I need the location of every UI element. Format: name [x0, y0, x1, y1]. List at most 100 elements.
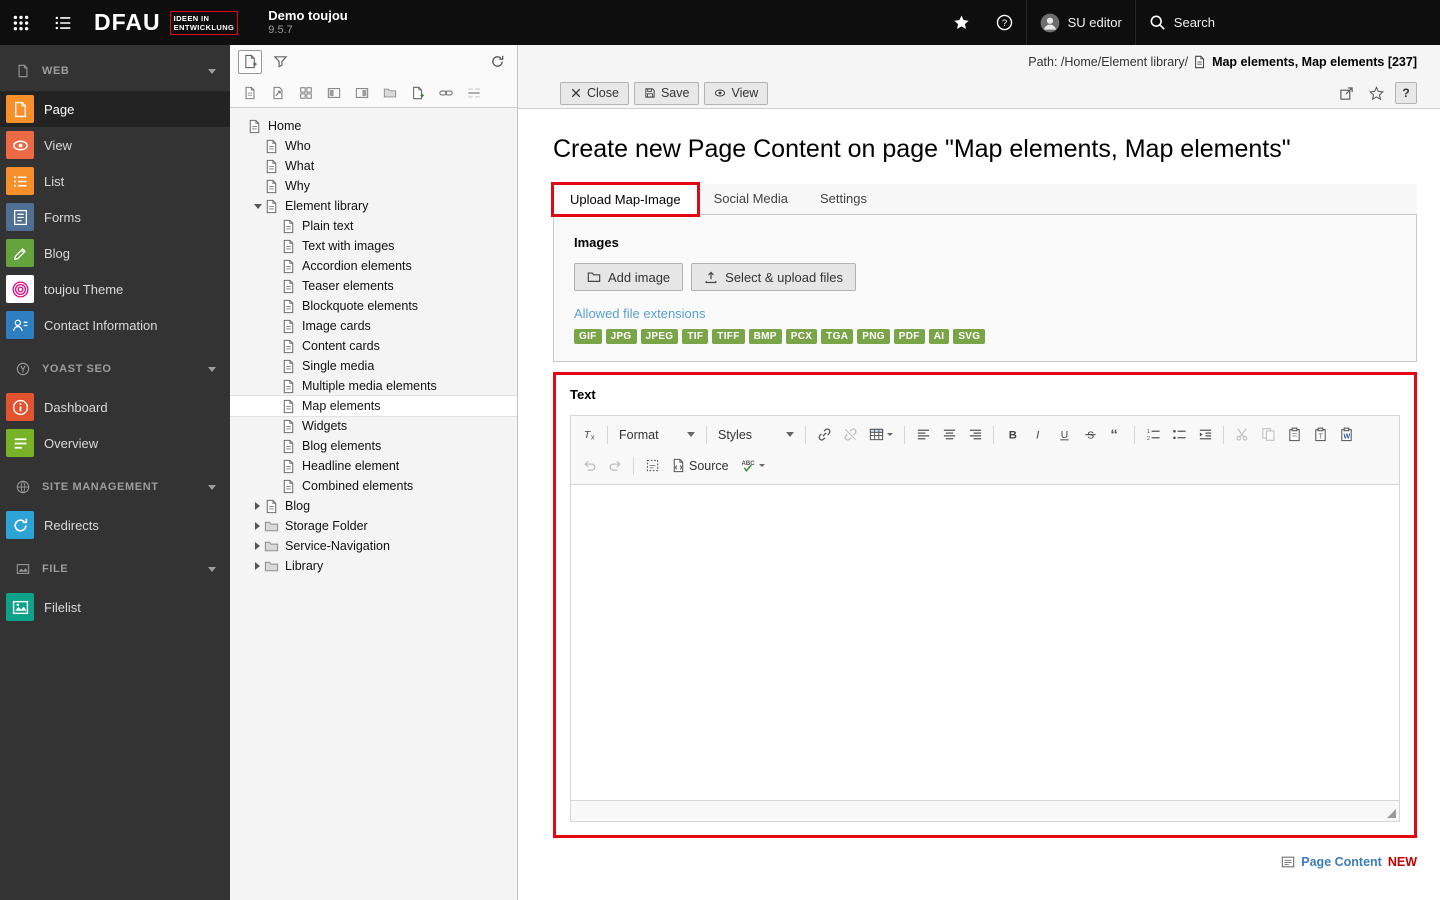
dt-right-icon[interactable]: [352, 83, 372, 103]
ordered-list-button[interactable]: 12: [1140, 423, 1166, 447]
bold-button[interactable]: B: [999, 423, 1025, 447]
filter-icon[interactable]: [268, 50, 292, 74]
sidebar-section-yoast-seo[interactable]: YOAST SEO: [0, 349, 230, 389]
search-button[interactable]: Search: [1136, 0, 1228, 45]
align-left-button[interactable]: [910, 423, 936, 447]
rte-editing-area[interactable]: [571, 485, 1399, 800]
expand-toggle-icon[interactable]: [251, 502, 264, 510]
format-dropdown[interactable]: Format: [613, 423, 701, 447]
save-button[interactable]: Save: [633, 81, 700, 105]
sidebar-item-filelist[interactable]: Filelist: [0, 589, 230, 625]
context-help-button[interactable]: ?: [1395, 82, 1417, 104]
unlink-button[interactable]: [837, 423, 863, 447]
docplus-icon[interactable]: [408, 83, 428, 103]
sidebar-section-site-management[interactable]: SITE MANAGEMENT: [0, 467, 230, 507]
underline-button[interactable]: U: [1051, 423, 1077, 447]
tree-node-text-with-images[interactable]: Text with images: [230, 236, 517, 256]
sidebar-section-file[interactable]: FILE: [0, 549, 230, 589]
bookmarks-button[interactable]: [940, 0, 983, 45]
tree-node-multiple-media-elements[interactable]: Multiple media elements: [230, 376, 517, 396]
cut-button[interactable]: [1229, 423, 1255, 447]
align-right-button[interactable]: [962, 423, 988, 447]
sidebar-item-list[interactable]: List: [0, 163, 230, 199]
tree-node-combined-elements[interactable]: Combined elements: [230, 476, 517, 496]
dt-divider-icon[interactable]: [464, 83, 484, 103]
tab-social-media[interactable]: Social Media: [698, 184, 804, 215]
tree-node-blockquote-elements[interactable]: Blockquote elements: [230, 296, 517, 316]
tree-node-service-navigation[interactable]: Service-Navigation: [230, 536, 517, 556]
blockquote-button[interactable]: “: [1103, 423, 1129, 447]
sidebar-section-web[interactable]: WEB: [0, 51, 230, 91]
t-folder-icon[interactable]: [380, 83, 400, 103]
tree-node-blog-elements[interactable]: Blog elements: [230, 436, 517, 456]
paste-text-button[interactable]: T: [1307, 423, 1333, 447]
strike-button[interactable]: S: [1077, 423, 1103, 447]
sidebar-item-dashboard[interactable]: Dashboard: [0, 389, 230, 425]
list-menu-icon[interactable]: [42, 0, 84, 45]
tree-node-what[interactable]: What: [230, 156, 517, 176]
expand-toggle-icon[interactable]: [251, 542, 264, 550]
resize-handle[interactable]: [1387, 809, 1396, 818]
tree-node-storage-folder[interactable]: Storage Folder: [230, 516, 517, 536]
expand-toggle-icon[interactable]: [251, 562, 264, 570]
select-upload-files-button[interactable]: Select & upload files: [691, 263, 856, 291]
sidebar-item-forms[interactable]: Forms: [0, 199, 230, 235]
sidebar-item-page[interactable]: Page: [0, 91, 230, 127]
tab-upload-map-image[interactable]: Upload Map-Image: [551, 182, 700, 217]
sidebar-item-redirects[interactable]: Redirects: [0, 507, 230, 543]
tree-node-element-library[interactable]: Element library: [230, 196, 517, 216]
sidebar-item-toujou-theme[interactable]: toujou Theme: [0, 271, 230, 307]
link-button[interactable]: [811, 423, 837, 447]
redo-button[interactable]: [602, 454, 628, 478]
undo-button[interactable]: [576, 454, 602, 478]
help-button[interactable]: ?: [983, 0, 1026, 45]
italic-button[interactable]: I: [1025, 423, 1051, 447]
bullet-list-button[interactable]: [1166, 423, 1192, 447]
sidebar-item-overview[interactable]: Overview: [0, 425, 230, 461]
tree-node-map-elements[interactable]: Map elements: [230, 396, 517, 416]
tree-node-blog[interactable]: Blog: [230, 496, 517, 516]
close-button[interactable]: Close: [560, 81, 629, 105]
allowed-file-extensions-link[interactable]: Allowed file extensions: [574, 306, 706, 321]
remove-format-button[interactable]: Tx: [576, 423, 602, 447]
dt-link-icon[interactable]: [436, 83, 456, 103]
tree-node-plain-text[interactable]: Plain text: [230, 216, 517, 236]
tree-node-content-cards[interactable]: Content cards: [230, 336, 517, 356]
tree-node-teaser-elements[interactable]: Teaser elements: [230, 276, 517, 296]
view-button[interactable]: View: [704, 81, 769, 105]
user-menu[interactable]: SU editor: [1027, 0, 1135, 45]
copy-button[interactable]: [1255, 423, 1281, 447]
tree-node-widgets[interactable]: Widgets: [230, 416, 517, 436]
tree-node-why[interactable]: Why: [230, 176, 517, 196]
tree-node-home[interactable]: Home: [230, 116, 517, 136]
dt-shortcut-icon[interactable]: [268, 83, 288, 103]
spellcheck-button[interactable]: ABC: [735, 454, 771, 478]
tree-node-accordion-elements[interactable]: Accordion elements: [230, 256, 517, 276]
tree-node-image-cards[interactable]: Image cards: [230, 316, 517, 336]
sidebar-item-blog[interactable]: Blog: [0, 235, 230, 271]
modules-grid-icon[interactable]: [0, 0, 42, 45]
select-all-button[interactable]: [639, 454, 665, 478]
bookmark-star-icon[interactable]: [1365, 82, 1387, 104]
refresh-icon[interactable]: [485, 50, 509, 74]
tree-node-headline-element[interactable]: Headline element: [230, 456, 517, 476]
tree-node-single-media[interactable]: Single media: [230, 356, 517, 376]
dt-grid-icon[interactable]: [296, 83, 316, 103]
paste-button[interactable]: [1281, 423, 1307, 447]
new-page-button[interactable]: [238, 49, 262, 74]
tab-settings[interactable]: Settings: [804, 184, 883, 215]
add-image-button[interactable]: Add image: [574, 263, 684, 291]
dt-left-icon[interactable]: [324, 83, 344, 103]
tree-node-library[interactable]: Library: [230, 556, 517, 576]
t-page-icon[interactable]: [240, 83, 260, 103]
source-button[interactable]: Source: [665, 454, 735, 478]
table-button[interactable]: [863, 423, 899, 447]
open-new-window-icon[interactable]: [1335, 82, 1357, 104]
indent-button[interactable]: [1192, 423, 1218, 447]
tree-node-who[interactable]: Who: [230, 136, 517, 156]
paste-word-button[interactable]: W: [1333, 423, 1359, 447]
styles-dropdown[interactable]: Styles: [712, 423, 800, 447]
collapse-toggle-icon[interactable]: [251, 204, 264, 209]
expand-toggle-icon[interactable]: [251, 522, 264, 530]
sidebar-item-contact-information[interactable]: Contact Information: [0, 307, 230, 343]
